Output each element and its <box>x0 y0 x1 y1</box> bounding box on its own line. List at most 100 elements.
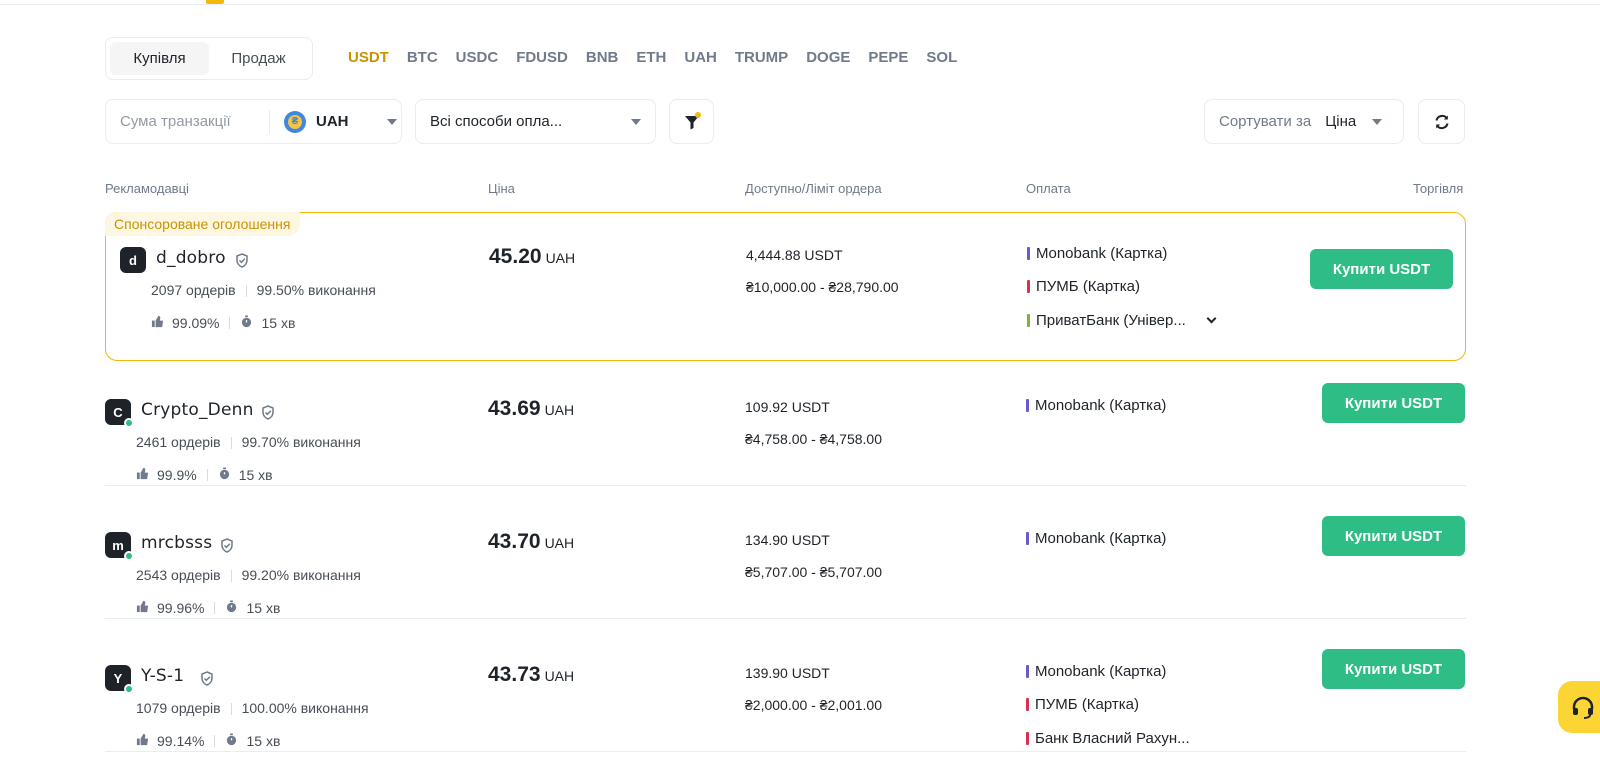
orders-count: 1079 ордерів <box>136 700 221 716</box>
timer-icon <box>218 467 231 483</box>
payment-color-stripe <box>1027 280 1030 293</box>
crypto-tab-pepe[interactable]: PEPE <box>868 49 908 66</box>
price-unit: UAH <box>544 535 575 551</box>
crypto-tab-eth[interactable]: ETH <box>636 49 666 66</box>
verified-badge-icon <box>220 538 234 553</box>
amount-input[interactable]: Сума транзакції <box>106 113 269 130</box>
buy-usdt-button[interactable]: Купити USDT <box>1310 249 1453 289</box>
filter-button[interactable] <box>669 99 714 144</box>
headset-icon <box>1572 696 1594 719</box>
payment-name: Monobank (Картка) <box>1035 663 1167 680</box>
sort-value: Ціна <box>1325 113 1357 130</box>
positive-rating: 99.96% <box>157 600 205 616</box>
payment-method: Monobank (Картка) <box>1026 663 1166 680</box>
ad-price: 43.73 UAH <box>488 663 574 687</box>
ad-row: Y Y-S-1 1079 ордерів 100.00% виконання 99.14… <box>105 643 1466 760</box>
ad-row: Спонсороване оголошення d d_dobro 2097 орде… <box>105 212 1466 361</box>
payment-name: Monobank (Картка) <box>1035 397 1167 414</box>
crypto-tab-btc[interactable]: BTC <box>407 49 438 66</box>
price-value: 45.20 <box>489 245 542 268</box>
payment-method: Monobank (Картка) <box>1026 397 1166 414</box>
buy-usdt-button[interactable]: Купити USDT <box>1322 383 1465 423</box>
payment-name: ПУМБ (Картка) <box>1035 696 1140 713</box>
stats-divider <box>230 703 232 716</box>
sponsored-tag: Спонсороване оголошення <box>105 212 301 236</box>
buy-sell-toggle: Купівля Продаж <box>105 37 313 80</box>
avatar[interactable]: m <box>105 532 134 561</box>
ad-price: 45.20 UAH <box>489 245 575 269</box>
payment-method: Monobank (Картка) <box>1026 530 1166 547</box>
sort-label: Сортувати за <box>1219 113 1312 130</box>
sort-select[interactable]: Сортувати за Ціна <box>1204 99 1404 144</box>
payment-time: 15 хв <box>246 600 281 616</box>
thumbs-up-icon <box>151 315 164 331</box>
crypto-tab-uah[interactable]: UAH <box>684 49 717 66</box>
available-amount: 4,444.88 USDT <box>746 247 843 263</box>
ad-row: m mrcbsss 2543 ордерів 99.20% виконання 99.9… <box>105 510 1466 630</box>
row-divider <box>105 751 1466 752</box>
crypto-tab-trump[interactable]: TRUMP <box>735 49 788 66</box>
avatar[interactable]: d <box>120 247 146 273</box>
crypto-tab-sol[interactable]: SOL <box>926 49 957 66</box>
sell-tab[interactable]: Продаж <box>209 42 308 75</box>
payment-method-select[interactable]: Всі способи опла... <box>415 99 656 144</box>
buy-usdt-button[interactable]: Купити USDT <box>1322 649 1465 689</box>
chevron-down-icon[interactable] <box>1206 313 1217 323</box>
avatar-initial: m <box>112 537 124 553</box>
buy-tab[interactable]: Купівля <box>110 42 209 75</box>
advertiser-name[interactable]: Crypto_Denn <box>141 400 254 420</box>
uah-coin-icon: ₴ <box>284 110 306 133</box>
crypto-tab-fdusd[interactable]: FDUSD <box>516 49 568 66</box>
advertiser-stats: 2461 ордерів 99.70% виконання <box>136 434 361 450</box>
crypto-tab-usdc[interactable]: USDC <box>456 49 499 66</box>
price-value: 43.69 <box>488 397 541 420</box>
advertiser-name[interactable]: mrcbsss <box>141 533 212 553</box>
avatar-initial: C <box>113 404 123 420</box>
avatar-initial: Y <box>113 670 123 686</box>
completion-rate: 99.20% виконання <box>241 567 361 583</box>
available-amount: 109.92 USDT <box>745 399 830 415</box>
payment-method: ПУМБ (Картка) <box>1026 696 1139 713</box>
refresh-icon <box>1435 114 1448 129</box>
ad-price: 43.69 UAH <box>488 397 574 421</box>
row-divider <box>105 485 1466 486</box>
available-amount: 134.90 USDT <box>745 532 830 548</box>
order-limit: ₴4,758.00 - ₴4,758.00 <box>745 431 883 447</box>
crypto-tab-bnb[interactable]: BNB <box>586 49 619 66</box>
order-limit: ₴2,000.00 - ₴2,001.00 <box>745 697 883 713</box>
advertiser-name[interactable]: Y-S-1 <box>141 666 184 686</box>
timer-icon <box>225 600 238 616</box>
support-button[interactable] <box>1558 681 1600 733</box>
stats-divider <box>245 285 247 298</box>
crypto-tab-usdt[interactable]: USDT <box>348 49 389 66</box>
buy-usdt-button[interactable]: Купити USDT <box>1322 516 1465 556</box>
crypto-tab-doge[interactable]: DOGE <box>806 49 850 66</box>
payment-method-label: Всі способи опла... <box>430 113 563 130</box>
crypto-tabs: USDT BTC USDC FDUSD BNB ETH UAH TRUMP DOGE PEPE SO… <box>348 46 975 68</box>
price-value: 43.70 <box>488 530 541 553</box>
row-divider <box>105 618 1466 619</box>
payment-time: 15 хв <box>238 467 273 483</box>
col-payment: Оплата <box>1026 181 1071 196</box>
refresh-button[interactable] <box>1418 99 1465 144</box>
payment-method: ПУМБ (Картка) <box>1027 278 1140 295</box>
advertiser-name[interactable]: d_dobro <box>156 248 226 268</box>
payment-color-stripe <box>1026 698 1029 711</box>
advertiser-stats: 2543 ордерів 99.20% виконання <box>136 567 361 583</box>
positive-rating: 99.09% <box>172 315 220 331</box>
stats-divider <box>214 602 216 614</box>
payment-name: Банк Власний Рахун... <box>1035 730 1190 747</box>
avatar[interactable]: C <box>105 399 134 428</box>
payment-color-stripe <box>1027 314 1030 327</box>
payment-method: Банк Власний Рахун... <box>1026 730 1190 747</box>
amount-filter[interactable]: Сума транзакції ₴ UAH <box>105 99 402 144</box>
currency-select[interactable]: ₴ UAH <box>270 110 397 133</box>
avatar[interactable]: Y <box>105 665 134 694</box>
completion-rate: 99.50% виконання <box>256 282 376 298</box>
completion-rate: 100.00% виконання <box>241 700 369 716</box>
verified-badge-icon <box>200 671 214 686</box>
payment-color-stripe <box>1026 665 1029 678</box>
col-available: Доступно/Ліміт ордера <box>745 181 882 196</box>
ad-price: 43.70 UAH <box>488 530 574 554</box>
advertiser-stats: 1079 ордерів 100.00% виконання <box>136 700 369 716</box>
